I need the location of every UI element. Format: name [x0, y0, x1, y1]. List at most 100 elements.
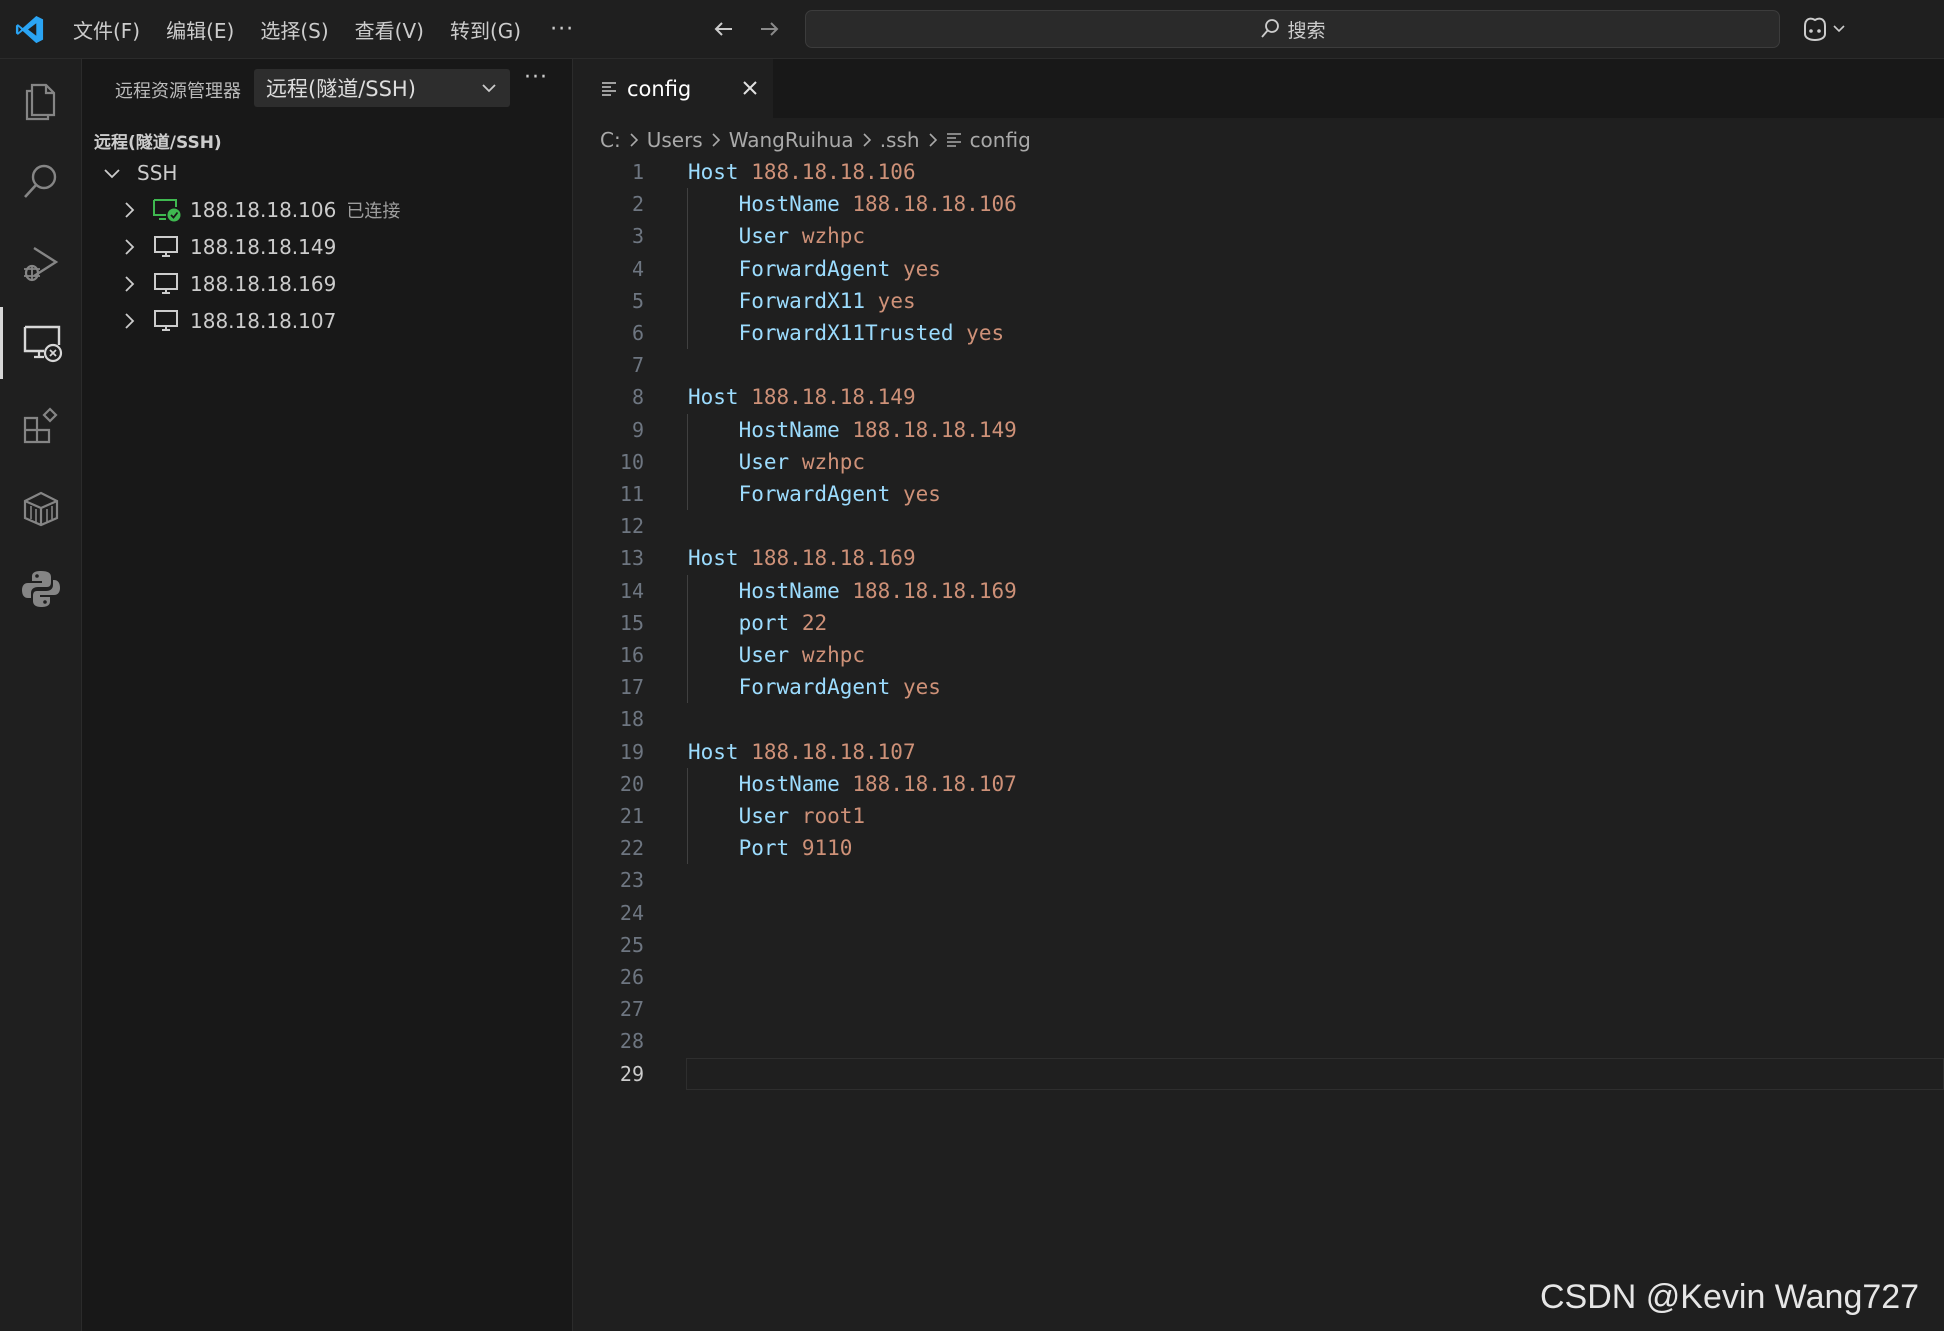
code-line[interactable]: 5 ForwardX11 yes [573, 285, 1944, 317]
breadcrumb-item[interactable]: .ssh [880, 128, 920, 152]
arrow-right-icon[interactable] [755, 15, 783, 43]
tree-group-ssh[interactable]: SSH [102, 158, 177, 188]
activity-extensions[interactable] [0, 390, 82, 462]
code-line[interactable]: 26 [573, 961, 1944, 993]
code-line[interactable]: 18 [573, 703, 1944, 735]
menu-edit[interactable]: 编辑(E) [153, 15, 247, 44]
remote-explorer-icon [23, 325, 62, 363]
code-line[interactable]: 3 User wzhpc [573, 220, 1944, 252]
code-line[interactable]: 25 [573, 929, 1944, 961]
code-line[interactable]: 4 ForwardAgent yes [573, 253, 1944, 285]
config-key: User [738, 449, 790, 474]
chevron-right-icon [630, 133, 638, 147]
code-line[interactable]: 20 HostName 188.18.18.107 [573, 768, 1944, 800]
activity-remote-explorer[interactable] [0, 307, 82, 379]
copilot-icon [1804, 17, 1826, 42]
line-number: 18 [619, 707, 644, 732]
code-line[interactable]: 19 Host 188.18.18.107 [573, 736, 1944, 768]
config-value: yes [902, 482, 941, 506]
code-line[interactable]: 24 [573, 897, 1944, 929]
config-key: HostName [738, 578, 840, 603]
copilot-button[interactable] [1800, 14, 1846, 42]
close-icon[interactable] [740, 78, 760, 98]
activity-python[interactable] [0, 553, 82, 625]
code-line[interactable]: 9 HostName 188.18.18.149 [573, 414, 1944, 446]
tree-host-row[interactable]: 188.18.18.169 [120, 269, 336, 299]
line-number: 22 [619, 836, 644, 861]
menu-view[interactable]: 查看(V) [342, 15, 437, 44]
code-line[interactable]: 7 [573, 349, 1944, 381]
line-number: 28 [619, 1029, 644, 1054]
code-line[interactable]: 14 HostName 188.18.18.169 [573, 575, 1944, 607]
config-value: yes [877, 288, 916, 313]
line-number: 8 [631, 385, 644, 410]
code-line[interactable]: 22 Port 9110 [573, 832, 1944, 864]
config-key: User [738, 804, 790, 828]
file-lines-icon [602, 81, 616, 96]
chevron-down-icon [1833, 25, 1845, 33]
config-key: port [738, 610, 790, 635]
line-number: 14 [619, 578, 644, 603]
code-line[interactable]: 27 [573, 993, 1944, 1025]
code-line[interactable]: 23 [573, 864, 1944, 896]
tree-host-row[interactable]: 188.18.18.107 [120, 306, 336, 336]
code-line[interactable]: 6 ForwardX11Trusted yes [573, 317, 1944, 349]
tab-config[interactable]: config [573, 59, 773, 118]
activity-package[interactable] [0, 472, 82, 544]
chevron-right-icon [125, 239, 135, 255]
activity-run-debug[interactable] [0, 228, 82, 300]
line-number: 12 [619, 514, 644, 539]
code-line[interactable]: 16 User wzhpc [573, 639, 1944, 671]
code-line[interactable]: 13 Host 188.18.18.169 [573, 542, 1944, 574]
line-number: 21 [619, 804, 644, 828]
extensions-icon [23, 407, 58, 444]
dropdown-value: 远程(隧道/SSH) [266, 77, 416, 101]
menu-more[interactable]: ··· [534, 17, 587, 42]
code-text: ForwardAgent yes [688, 257, 941, 281]
breadcrumb-item[interactable]: config [970, 128, 1031, 152]
config-value: wzhpc [801, 643, 866, 667]
sidebar-more-button[interactable]: ··· [524, 65, 548, 90]
remote-type-dropdown[interactable]: 远程(隧道/SSH) [254, 69, 510, 107]
code-line[interactable]: 12 [573, 510, 1944, 542]
breadcrumb-item[interactable]: C: [600, 128, 621, 152]
breadcrumb-item[interactable]: WangRuihua [729, 128, 854, 152]
code-line[interactable]: 11 ForwardAgent yes [573, 478, 1944, 510]
sidebar-title: 远程资源管理器 [115, 81, 241, 102]
code-line[interactable]: 2 HostName 188.18.18.106 [573, 188, 1944, 220]
line-number: 29 [619, 1061, 644, 1086]
code-text: User wzhpc [688, 643, 865, 667]
command-center-search[interactable]: 搜索 [805, 10, 1780, 48]
menu-go[interactable]: 转到(G) [437, 15, 534, 44]
menu-file[interactable]: 文件(F) [60, 15, 153, 44]
code-text: User wzhpc [688, 450, 865, 474]
chevron-down-icon [482, 84, 496, 93]
line-number: 9 [631, 417, 644, 442]
code-line[interactable]: 10 User wzhpc [573, 446, 1944, 478]
chevron-right-icon [712, 133, 720, 147]
tree-host-row[interactable]: 188.18.18.149 [120, 232, 336, 262]
tab-label: config [627, 76, 692, 101]
line-number: 2 [631, 192, 644, 217]
code-line[interactable]: 29 [573, 1058, 1944, 1090]
search-placeholder: 搜索 [1287, 19, 1326, 42]
code-line[interactable]: 17 ForwardAgent yes [573, 671, 1944, 703]
breadcrumb-item[interactable]: Users [647, 128, 703, 152]
menu-selection[interactable]: 选择(S) [247, 15, 341, 44]
watermark: CSDN @Kevin Wang727 [1540, 1278, 1920, 1316]
run-debug-icon [24, 246, 59, 282]
chevron-right-icon [125, 313, 135, 329]
line-number: 24 [619, 900, 644, 925]
arrow-left-icon[interactable] [710, 15, 738, 43]
activity-explorer[interactable] [0, 64, 82, 136]
code-line[interactable]: 8 Host 188.18.18.149 [573, 381, 1944, 413]
code-line[interactable]: 28 [573, 1025, 1944, 1057]
code-line[interactable]: 1 Host 188.18.18.106 [573, 156, 1944, 188]
code-line[interactable]: 15 port 22 [573, 607, 1944, 639]
config-value: yes [902, 256, 941, 281]
tree-host-row[interactable]: 188.18.18.106 已连接 [120, 195, 400, 225]
code-line[interactable]: 21 User root1 [573, 800, 1944, 832]
section-header[interactable]: 远程(隧道/SSH) [94, 128, 222, 153]
activity-search[interactable] [0, 146, 82, 218]
host-status: 已连接 [346, 201, 401, 222]
